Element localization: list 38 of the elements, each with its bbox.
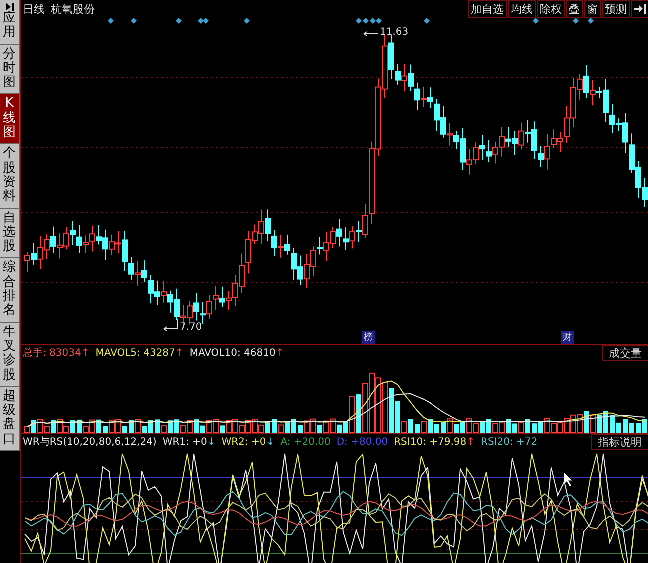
legend-value: A: +20.00 xyxy=(280,436,331,448)
sidebar-tab[interactable]: 综合排名 xyxy=(0,258,20,323)
legend-value: MAVOL5: 43287↑ xyxy=(96,348,184,358)
panel-button[interactable]: 指标说明 xyxy=(591,434,648,450)
event-tag[interactable]: 榜 xyxy=(362,331,375,344)
sidebar-tab[interactable]: 超级盘口 xyxy=(0,386,20,452)
sidebar-tab[interactable]: K线图 xyxy=(0,94,20,144)
sidebar-tab[interactable]: 牛叉诊股 xyxy=(0,322,20,387)
legend-value: WR与RS(10,20,80,6,12,24) xyxy=(23,436,157,449)
legend-value: MAVOL10: 46810↑ xyxy=(190,348,284,358)
toolbar-button[interactable]: 加自选 xyxy=(468,0,507,18)
toolbar-button[interactable]: 窗 xyxy=(584,0,601,18)
toolbar-button[interactable]: 除权 xyxy=(537,0,565,18)
event-tag[interactable]: 财 xyxy=(561,331,574,344)
play-end-icon xyxy=(4,3,14,11)
legend-value: WR1: +0↓ xyxy=(162,436,216,448)
legend-value: RSI20: +72 xyxy=(481,436,538,448)
legend-value: 总手: 83034↑ xyxy=(23,346,90,360)
period-label: 日线 xyxy=(23,2,45,16)
sidebar-tab[interactable]: 应用 xyxy=(0,0,20,45)
panel-button[interactable]: 成交量 xyxy=(602,345,648,361)
mouse-cursor-icon xyxy=(564,472,574,487)
sidebar-tab[interactable]: 自选股 xyxy=(0,208,20,258)
arrow-to-bar-icon xyxy=(634,4,646,14)
legend-value: WR2: +0↓ xyxy=(222,436,275,448)
sidebar-tab[interactable]: 分时图 xyxy=(0,44,20,94)
low-price-label: 7.70 xyxy=(180,322,202,333)
sidebar-tab[interactable]: 个股资料 xyxy=(0,144,20,209)
leader-line xyxy=(164,318,178,332)
legend-value: D: +80.00 xyxy=(336,436,388,448)
toolbar-button[interactable]: 预测 xyxy=(602,0,630,18)
toolbar-button[interactable]: 叠 xyxy=(566,0,583,18)
legend-value: RSI10: +79.98↑ xyxy=(394,436,476,448)
stock-name: 杭氧股份 xyxy=(51,2,95,16)
high-price-label: 11.63 xyxy=(380,27,409,38)
leader-line xyxy=(364,32,378,36)
toolbar-button[interactable]: 均线 xyxy=(508,0,536,18)
collapse-button[interactable] xyxy=(631,0,648,18)
